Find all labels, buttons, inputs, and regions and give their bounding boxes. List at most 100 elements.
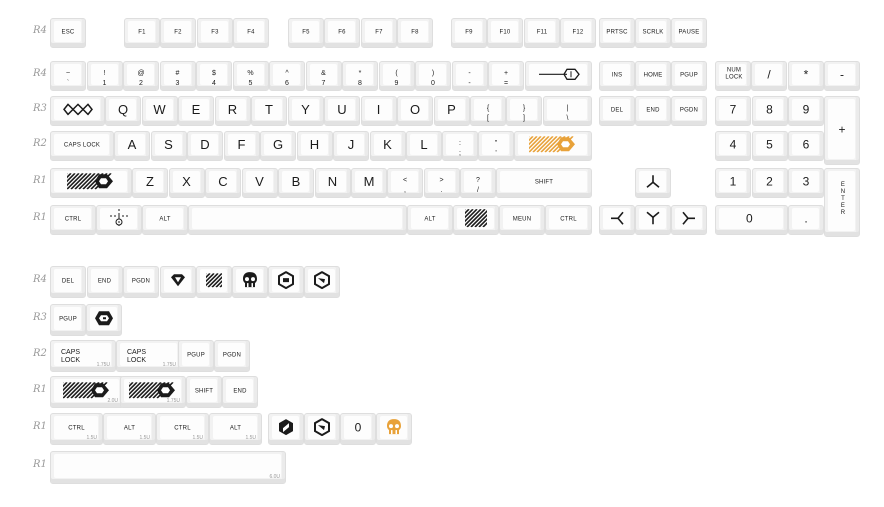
key-backslash[interactable]: | \ — [543, 96, 592, 126]
key-f3[interactable]: F3 — [197, 18, 233, 48]
extra-key-pgup[interactable]: PGUP — [50, 304, 86, 336]
key-f7[interactable]: F7 — [361, 18, 397, 48]
key-7[interactable]: I — [360, 96, 397, 126]
key-0[interactable]: Z — [132, 168, 168, 198]
extra-key-end[interactable]: END — [86, 266, 123, 298]
extra-key-hex-split[interactable] — [268, 413, 304, 445]
key-np-plus[interactable]: + — [824, 96, 860, 165]
key-6[interactable]: U — [324, 96, 360, 126]
key-rshift[interactable]: SHIFT — [496, 168, 592, 198]
key-space[interactable] — [188, 205, 407, 235]
key-np-3[interactable]: 3 — [788, 168, 824, 198]
key-win[interactable] — [96, 205, 142, 235]
key-2[interactable]: E — [178, 96, 214, 126]
key-1[interactable]: X — [168, 168, 205, 198]
extra-key-logo[interactable] — [86, 304, 122, 336]
extra-key-lshift-2u[interactable]: 2.0U — [50, 376, 124, 408]
key-end[interactable]: END — [635, 96, 671, 126]
key-f5[interactable]: F5 — [288, 18, 324, 48]
key-ralt[interactable]: ALT — [407, 205, 453, 235]
key-num-11[interactable]: -- — [451, 61, 488, 91]
extra-key-lalt[interactable]: ALT 1.5U — [103, 413, 156, 445]
key-num-7[interactable]: & 7 — [305, 61, 342, 91]
extra-key-del[interactable]: DEL — [50, 266, 86, 298]
key-del[interactable]: DEL — [599, 96, 635, 126]
key-lshift[interactable] — [50, 168, 132, 198]
key-lalt[interactable]: ALT — [142, 205, 188, 235]
extra-key-hex[interactable] — [268, 266, 304, 298]
key-fn[interactable] — [453, 205, 499, 235]
extra-key-capslock-a[interactable]: CAPS LOCK 1.75U — [50, 340, 116, 372]
extra-key-hex-arrow-2[interactable] — [304, 413, 340, 445]
key-np-minus[interactable]: - — [824, 61, 860, 91]
key-np-6[interactable]: 6 — [788, 131, 824, 161]
key-numlock[interactable]: NUM LOCK — [715, 61, 751, 91]
key-home[interactable]: HOME — [635, 61, 671, 91]
extra-key-lctrl[interactable]: CTRL 1.5U — [50, 413, 103, 445]
key-5[interactable]: N — [314, 168, 351, 198]
key-3[interactable]: F — [223, 131, 260, 161]
key-np-enter[interactable]: ENTER — [824, 168, 860, 237]
key-6[interactable]: M — [351, 168, 387, 198]
key-rbrace[interactable]: }] — [506, 96, 542, 126]
extra-key-pgdn-2[interactable]: PGDN — [214, 340, 250, 372]
key-f2[interactable]: F2 — [160, 18, 196, 48]
key-2[interactable]: D — [187, 131, 223, 161]
extra-key-shift[interactable]: SHIFT — [186, 376, 222, 408]
key-9[interactable]: P — [433, 96, 470, 126]
key-pgdn[interactable]: PGDN — [671, 96, 707, 126]
key-down[interactable] — [635, 205, 671, 235]
key-f10[interactable]: F10 — [487, 18, 523, 48]
extra-key-capslock-b[interactable]: CAPS LOCK 1.75U — [116, 340, 182, 372]
key-3[interactable]: R — [214, 96, 251, 126]
key-np-4[interactable]: 4 — [715, 131, 751, 161]
key-5[interactable]: H — [296, 131, 333, 161]
key-num-0[interactable]: ~ ` — [50, 61, 86, 91]
extra-key-gem[interactable] — [160, 266, 196, 298]
key-num-5[interactable]: % 5 — [232, 61, 269, 91]
key-6[interactable]: J — [333, 131, 369, 161]
key-lbrace[interactable]: {[ — [470, 96, 506, 126]
extra-key-stripes[interactable] — [196, 266, 232, 298]
key-num-3[interactable]: #3 — [159, 61, 196, 91]
extra-key-pgdn[interactable]: PGDN — [123, 266, 159, 298]
key-num-6[interactable]: ^ 6 — [269, 61, 305, 91]
key-np-9[interactable]: 9 — [788, 96, 824, 126]
key-num-10[interactable]: ) 0 — [415, 61, 451, 91]
key-np-1[interactable]: 1 — [715, 168, 751, 198]
key-capslock[interactable]: CAPS LOCK — [50, 131, 114, 161]
key-right[interactable] — [671, 205, 707, 235]
key-pgup[interactable]: PGUP — [671, 61, 707, 91]
key-np-2[interactable]: 2 — [751, 168, 788, 198]
key-2[interactable]: C — [205, 168, 241, 198]
key-punct-2[interactable]: ? / — [460, 168, 496, 198]
key-num-12[interactable]: + = — [488, 61, 524, 91]
key-num-9[interactable]: (9 — [378, 61, 415, 91]
key-f1[interactable]: F1 — [124, 18, 160, 48]
key-f4[interactable]: F4 — [233, 18, 269, 48]
key-backspace[interactable] — [525, 61, 592, 91]
extra-key-lshift-175u[interactable]: 1.75U — [120, 376, 186, 408]
key-f6[interactable]: F6 — [324, 18, 360, 48]
key-num-8[interactable]: * 8 — [342, 61, 378, 91]
key-f8[interactable]: F8 — [397, 18, 433, 48]
extra-key-zero[interactable]: 0 — [340, 413, 376, 445]
key-num-2[interactable]: @2 — [123, 61, 159, 91]
key-esc[interactable]: ESC — [50, 18, 86, 48]
key-4[interactable]: T — [251, 96, 287, 126]
key-4[interactable]: B — [278, 168, 314, 198]
key-f11[interactable]: F11 — [524, 18, 560, 48]
extra-key-pgup-2[interactable]: PGUP — [178, 340, 214, 372]
extra-key-spacebar-6u[interactable]: 6.0U — [50, 451, 286, 484]
key-7[interactable]: K — [369, 131, 406, 161]
key-enter[interactable] — [514, 131, 592, 161]
extra-key-skull-accent[interactable] — [376, 413, 412, 445]
key-4[interactable]: G — [260, 131, 296, 161]
key-np-star[interactable]: * — [788, 61, 824, 91]
key-punct-1[interactable]: >. — [423, 168, 460, 198]
key-np-8[interactable]: 8 — [751, 96, 788, 126]
key-np-dot[interactable]: . — [788, 205, 824, 235]
key-8[interactable]: O — [397, 96, 433, 126]
extra-key-skull[interactable] — [232, 266, 268, 298]
key-1[interactable]: S — [150, 131, 187, 161]
